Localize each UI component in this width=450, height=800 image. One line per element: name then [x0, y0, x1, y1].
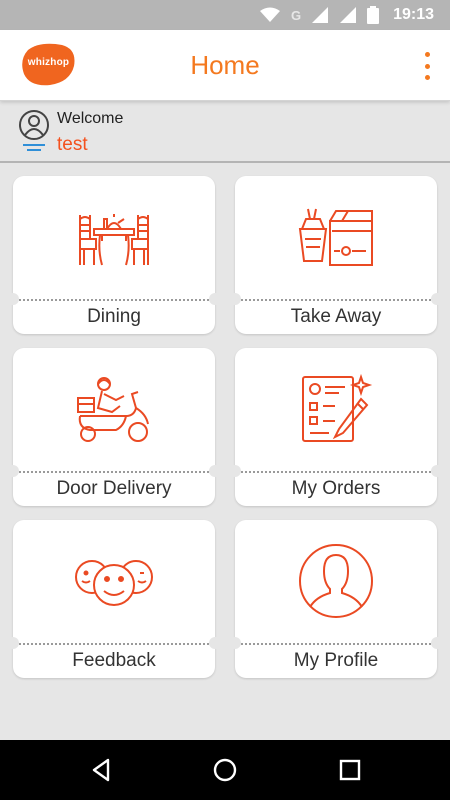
network-type-label: G — [290, 7, 302, 23]
tile-label: My Orders — [291, 478, 381, 499]
card-notch — [209, 293, 221, 305]
card-notch — [431, 293, 443, 305]
status-bar: G 19:13 — [0, 0, 450, 30]
tile-label: Feedback — [72, 650, 156, 671]
tile-my-profile[interactable]: My Profile — [229, 520, 443, 678]
tile-art — [235, 520, 437, 642]
order-list-icon — [302, 373, 373, 442]
signal-icon — [312, 7, 329, 23]
card-notch — [431, 637, 443, 649]
dining-table-icon — [79, 214, 149, 266]
delivery-scooter-icon — [77, 377, 149, 442]
card-divider — [19, 643, 209, 645]
tile-feedback[interactable]: Feedback — [7, 520, 221, 678]
user-avatar-icon — [19, 110, 49, 151]
tile-art — [235, 348, 437, 470]
card-notch — [229, 293, 241, 305]
profile-silhouette-icon — [299, 544, 373, 618]
tile-label: Door Delivery — [56, 478, 172, 499]
tile-art — [13, 348, 215, 470]
tile-take-away[interactable]: Take Away — [229, 176, 443, 334]
menu-dot — [424, 63, 430, 69]
username: test — [57, 134, 88, 155]
menu-dot — [424, 52, 430, 57]
battery-icon — [367, 6, 380, 24]
home-icon[interactable] — [211, 756, 239, 784]
system-nav-bar — [0, 740, 450, 800]
wifi-icon — [259, 7, 280, 22]
card-divider — [241, 471, 431, 473]
card-notch — [209, 465, 221, 477]
card-notch — [229, 637, 241, 649]
card-notch — [431, 465, 443, 477]
card-notch — [7, 637, 19, 649]
tile-art — [13, 520, 215, 642]
recents-icon[interactable] — [336, 756, 364, 784]
tile-label: My Profile — [293, 650, 379, 671]
clock: 19:13 — [393, 6, 434, 23]
card-divider — [19, 299, 209, 301]
tile-art — [235, 176, 437, 298]
card-notch — [7, 293, 19, 305]
smiley-faces-icon — [75, 560, 153, 606]
card-divider — [241, 643, 431, 645]
tile-door-delivery[interactable]: Door Delivery — [7, 348, 221, 506]
status-icons: G — [259, 6, 380, 24]
card-divider — [241, 299, 431, 301]
app-bar: whizhop Home — [0, 30, 450, 101]
takeaway-bag-icon — [298, 208, 373, 266]
menu-dot — [424, 75, 430, 80]
overflow-menu-icon[interactable] — [420, 52, 434, 80]
tile-label: Take Away — [290, 306, 382, 327]
welcome-label: Welcome — [57, 110, 124, 127]
card-notch — [229, 465, 241, 477]
card-divider — [19, 471, 209, 473]
tile-label: Dining — [87, 306, 141, 327]
welcome-section: Welcome test — [0, 101, 450, 163]
tile-dining[interactable]: Dining — [7, 176, 221, 334]
lte-signal-icon — [340, 7, 357, 23]
back-icon[interactable] — [88, 756, 116, 784]
card-notch — [209, 637, 221, 649]
tile-art — [13, 176, 215, 298]
page-title: Home — [190, 50, 260, 80]
tile-my-orders[interactable]: My Orders — [229, 348, 443, 506]
card-notch — [7, 465, 19, 477]
